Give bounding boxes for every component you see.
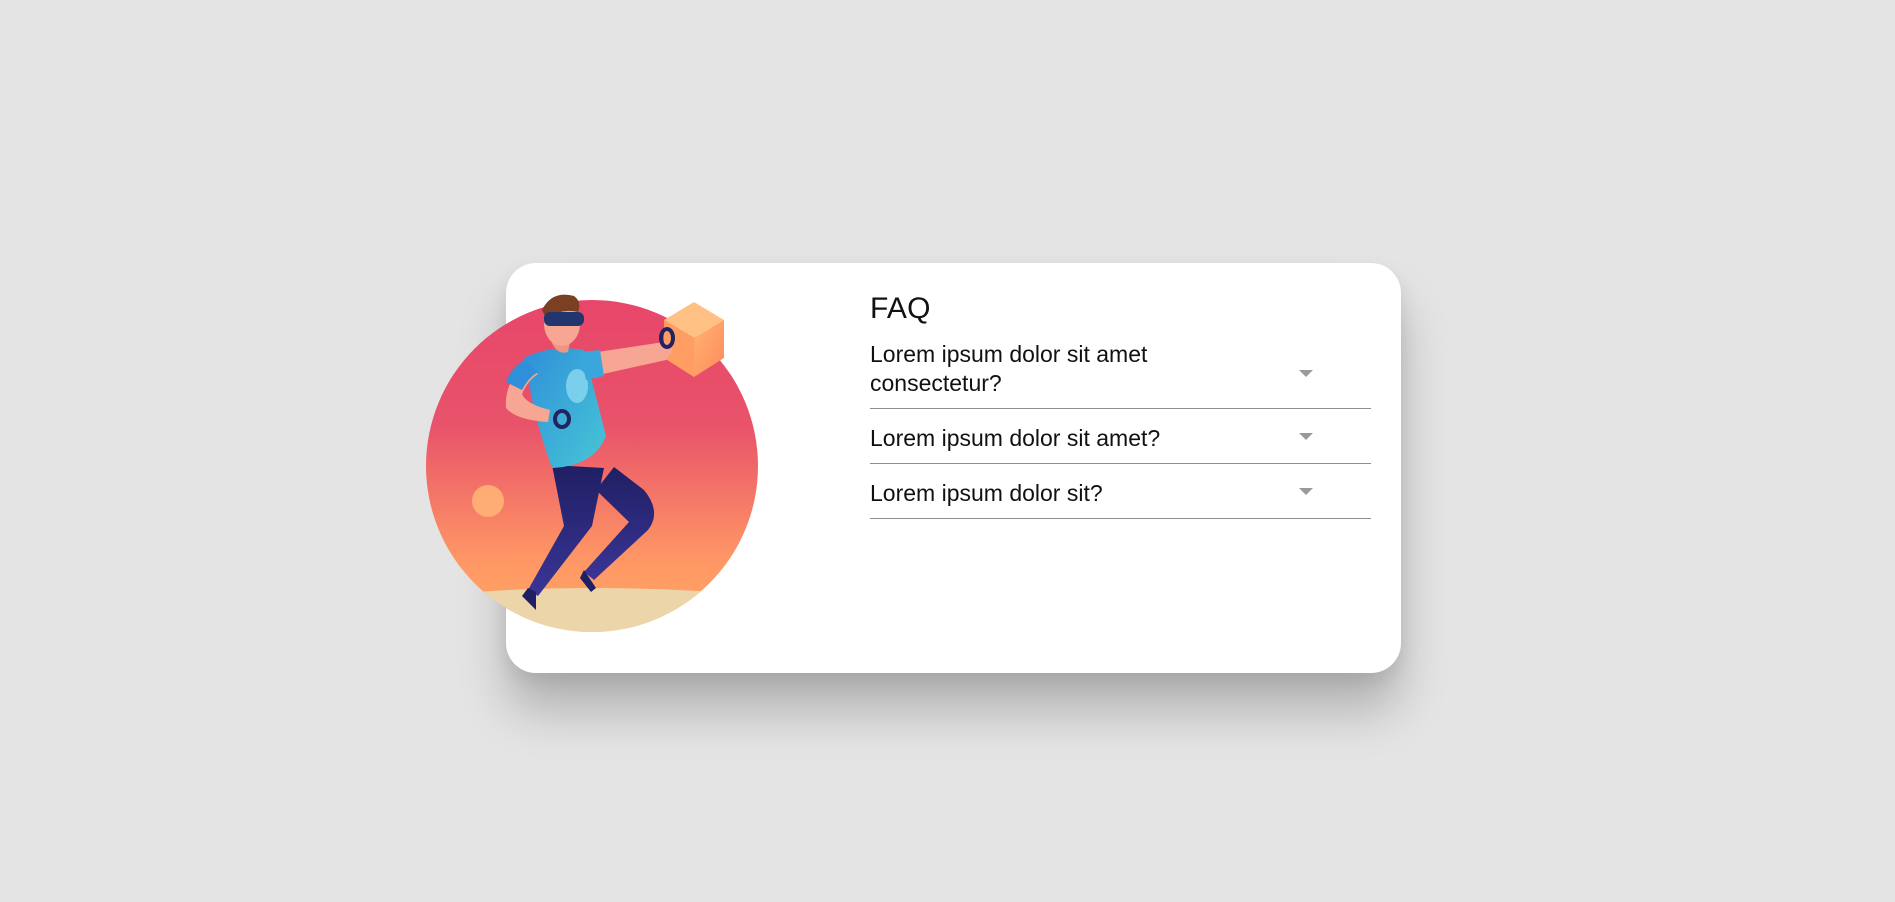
faq-title: FAQ (870, 292, 931, 325)
orb (472, 485, 504, 517)
vr-person-illustration (424, 290, 764, 636)
faq-item[interactable]: Lorem ipsum dolor sit amet? (870, 409, 1371, 464)
chevron-down-icon[interactable] (1299, 433, 1313, 440)
chevron-down-icon[interactable] (1299, 488, 1313, 495)
faq-question: Lorem ipsum dolor sit amet consectetur? (870, 341, 1148, 396)
faq-item[interactable]: Lorem ipsum dolor sit? (870, 464, 1371, 519)
faq-section: FAQ Lorem ipsum dolor sit amet consectet… (870, 290, 1371, 519)
chevron-down-icon[interactable] (1299, 370, 1313, 377)
faq-item[interactable]: Lorem ipsum dolor sit amet consectetur? (870, 338, 1371, 409)
faq-question: Lorem ipsum dolor sit amet? (870, 425, 1161, 451)
faq-question: Lorem ipsum dolor sit? (870, 480, 1103, 506)
